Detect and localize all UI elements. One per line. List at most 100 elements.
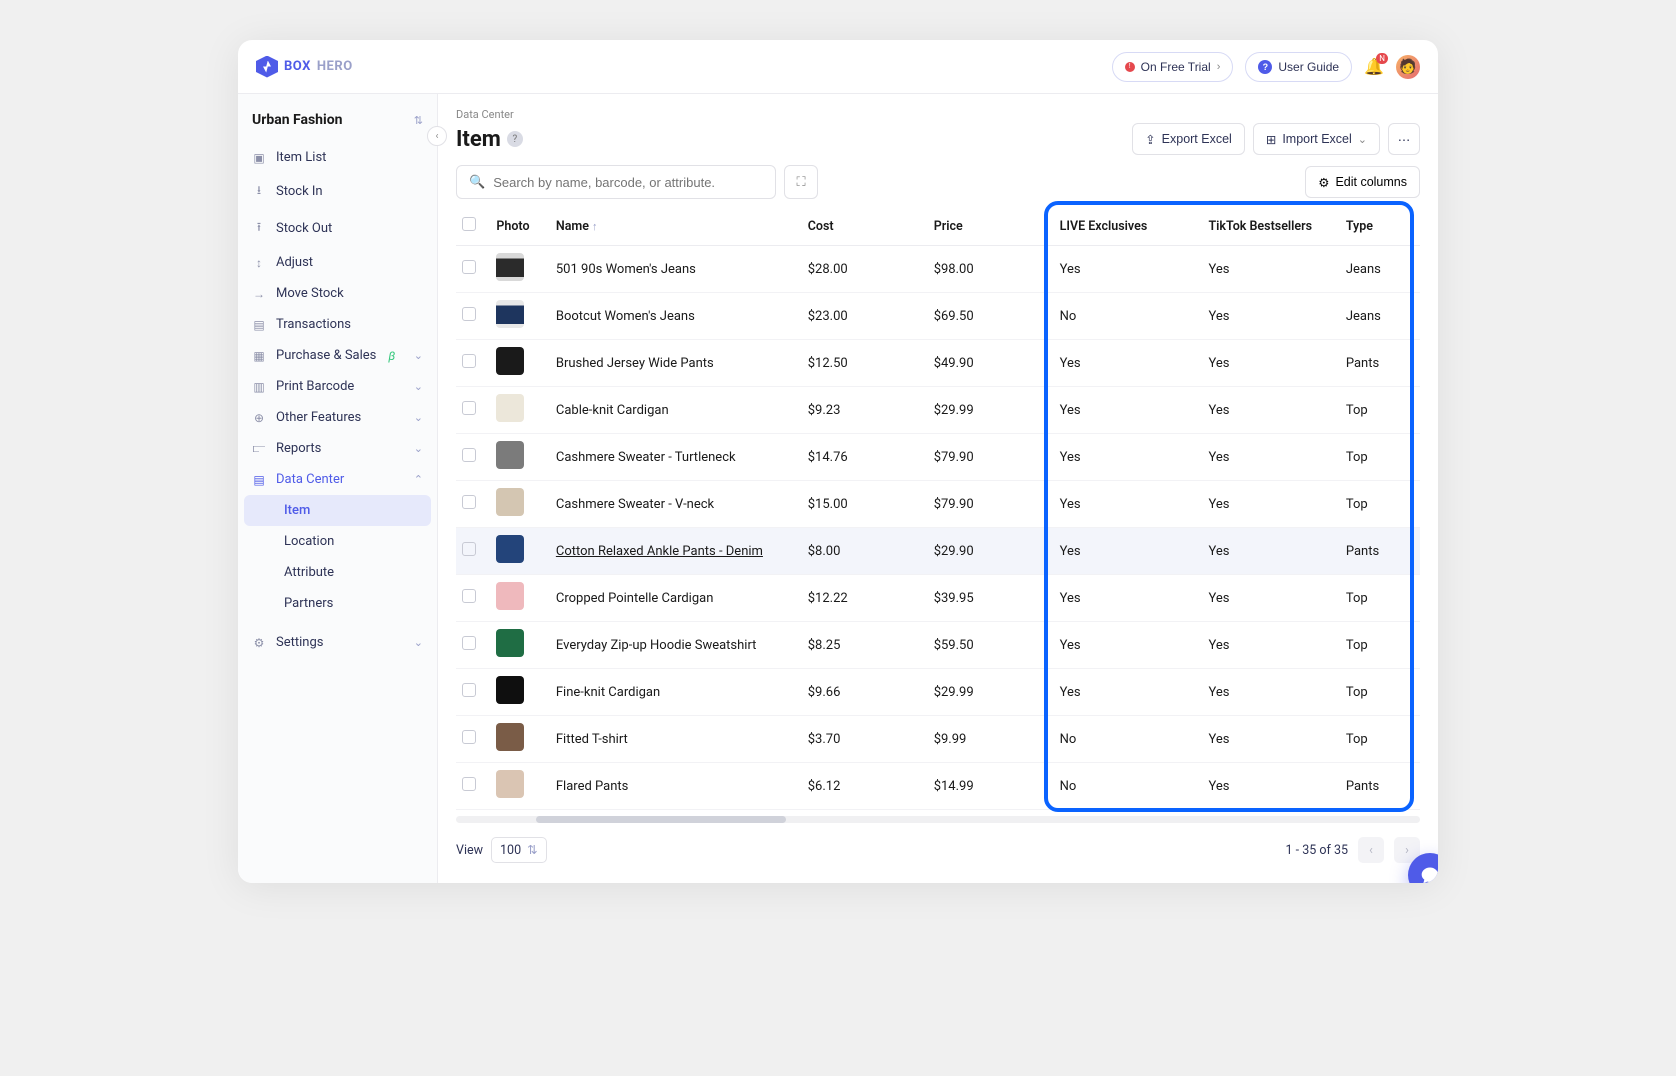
- sidebar-item-transactions[interactable]: ▤Transactions: [238, 309, 437, 340]
- item-live-exclusives: Yes: [1054, 622, 1203, 669]
- search-icon: 🔍: [469, 175, 485, 190]
- select-all-checkbox[interactable]: [462, 217, 476, 231]
- item-thumbnail: [496, 582, 524, 610]
- item-name: Bootcut Women's Jeans: [556, 309, 695, 324]
- sidebar-item-adjust[interactable]: ↕Adjust: [238, 247, 437, 278]
- item-type: Pants: [1340, 340, 1420, 387]
- more-actions-button[interactable]: ⋯: [1388, 123, 1420, 155]
- scan-barcode-button[interactable]: ⛶: [784, 165, 818, 199]
- row-checkbox[interactable]: [462, 354, 476, 368]
- sidebar-item-stock-in[interactable]: ⭳Stock In: [238, 173, 437, 210]
- item-type: Pants: [1340, 763, 1420, 810]
- chat-icon: [1420, 865, 1438, 883]
- row-checkbox[interactable]: [462, 401, 476, 415]
- notifications-button[interactable]: 🔔 N: [1364, 57, 1384, 76]
- item-thumbnail: [496, 347, 524, 375]
- on-trial-button[interactable]: ! On Free Trial ›: [1112, 52, 1234, 82]
- item-cost: $15.00: [802, 481, 928, 528]
- more-horizontal-icon: ⋯: [1398, 132, 1411, 147]
- sidebar-item-stock-out[interactable]: ⭱Stock Out: [238, 210, 437, 247]
- sidebar-subitem-attribute[interactable]: Attribute: [244, 557, 431, 588]
- page-title: Item: [456, 127, 501, 152]
- table-row[interactable]: Cotton Relaxed Ankle Pants - Denim$8.00$…: [456, 528, 1420, 575]
- col-name[interactable]: Name↑: [550, 207, 802, 246]
- user-guide-button[interactable]: ? User Guide: [1245, 52, 1352, 82]
- table-row[interactable]: Flared Pants$6.12$14.99NoYesPants: [456, 763, 1420, 810]
- logo-icon: [256, 56, 278, 78]
- items-table-wrap: Photo Name↑ Cost Price LIVE Exclusives T…: [456, 207, 1420, 823]
- table-row[interactable]: Bootcut Women's Jeans$23.00$69.50NoYesJe…: [456, 293, 1420, 340]
- barcode-icon: ▥: [252, 380, 266, 394]
- sidebar-item-settings[interactable]: ⚙Settings⌄: [238, 627, 437, 658]
- table-row[interactable]: Cashmere Sweater - V-neck$15.00$79.90Yes…: [456, 481, 1420, 528]
- row-checkbox[interactable]: [462, 542, 476, 556]
- item-live-exclusives: Yes: [1054, 528, 1203, 575]
- help-icon[interactable]: ?: [507, 131, 523, 147]
- edit-columns-button[interactable]: ⚙Edit columns: [1305, 166, 1420, 198]
- row-checkbox[interactable]: [462, 777, 476, 791]
- table-row[interactable]: Cable-knit Cardigan$9.23$29.99YesYesTop: [456, 387, 1420, 434]
- workspace-switcher[interactable]: Urban Fashion ⇅: [238, 106, 437, 142]
- sidebar-item-data-center[interactable]: ▤Data Center⌃: [238, 464, 437, 495]
- user-avatar[interactable]: 🧑: [1396, 55, 1420, 79]
- question-icon: ?: [1258, 60, 1272, 74]
- item-live-exclusives: Yes: [1054, 669, 1203, 716]
- sidebar-item-other-features[interactable]: ⊕Other Features⌄: [238, 402, 437, 433]
- horizontal-scrollbar[interactable]: [456, 816, 1420, 823]
- item-live-exclusives: Yes: [1054, 434, 1203, 481]
- import-excel-button[interactable]: ⊞Import Excel⌄: [1253, 123, 1380, 155]
- adjust-icon: ↕: [252, 256, 266, 270]
- brand-logo-group[interactable]: BOXHERO: [256, 56, 353, 78]
- export-excel-button[interactable]: ⇪Export Excel: [1132, 123, 1245, 155]
- col-price[interactable]: Price: [928, 207, 1054, 246]
- prev-page-button[interactable]: ‹: [1358, 837, 1384, 863]
- col-tiktok-bestsellers[interactable]: TikTok Bestsellers: [1202, 207, 1339, 246]
- row-checkbox[interactable]: [462, 683, 476, 697]
- row-checkbox[interactable]: [462, 730, 476, 744]
- col-photo[interactable]: Photo: [490, 207, 550, 246]
- chart-icon: ⫍: [252, 441, 266, 456]
- item-live-exclusives: No: [1054, 293, 1203, 340]
- sort-asc-icon: ↑: [592, 220, 598, 233]
- search-input[interactable]: [493, 175, 763, 190]
- row-checkbox[interactable]: [462, 448, 476, 462]
- table-row[interactable]: Cropped Pointelle Cardigan$12.22$39.95Ye…: [456, 575, 1420, 622]
- row-checkbox[interactable]: [462, 495, 476, 509]
- topbar-actions: ! On Free Trial › ? User Guide 🔔 N 🧑: [1112, 52, 1420, 82]
- search-box[interactable]: 🔍: [456, 165, 776, 199]
- col-type[interactable]: Type: [1340, 207, 1420, 246]
- sidebar-item-print-barcode[interactable]: ▥Print Barcode⌄: [238, 371, 437, 402]
- sidebar-subitem-item[interactable]: Item: [244, 495, 431, 526]
- table-row[interactable]: Fine-knit Cardigan$9.66$29.99YesYesTop: [456, 669, 1420, 716]
- scrollbar-thumb[interactable]: [536, 816, 786, 823]
- item-tiktok-bestsellers: Yes: [1202, 763, 1339, 810]
- breadcrumb: Data Center: [456, 108, 1420, 121]
- row-checkbox[interactable]: [462, 307, 476, 321]
- table-row[interactable]: 501 90s Women's Jeans$28.00$98.00YesYesJ…: [456, 246, 1420, 293]
- col-live-exclusives[interactable]: LIVE Exclusives: [1054, 207, 1203, 246]
- item-cost: $9.23: [802, 387, 928, 434]
- item-thumbnail: [496, 723, 524, 751]
- sidebar-item-move-stock[interactable]: →Move Stock: [238, 278, 437, 309]
- item-price: $79.90: [928, 481, 1054, 528]
- sidebar-item-item-list[interactable]: ▣Item List: [238, 142, 437, 173]
- sidebar-item-purchase-sales[interactable]: ▦Purchase & Salesβ⌄: [238, 340, 437, 371]
- sidebar-subitem-location[interactable]: Location: [244, 526, 431, 557]
- collapse-sidebar-button[interactable]: ‹: [427, 126, 447, 146]
- row-checkbox[interactable]: [462, 636, 476, 650]
- sidebar-subitem-partners[interactable]: Partners: [244, 588, 431, 619]
- table-row[interactable]: Brushed Jersey Wide Pants$12.50$49.90Yes…: [456, 340, 1420, 387]
- row-checkbox[interactable]: [462, 260, 476, 274]
- chevron-right-icon: ›: [1217, 61, 1221, 73]
- table-row[interactable]: Cashmere Sweater - Turtleneck$14.76$79.9…: [456, 434, 1420, 481]
- table-row[interactable]: Fitted T-shirt$3.70$9.99NoYesTop: [456, 716, 1420, 763]
- row-checkbox[interactable]: [462, 589, 476, 603]
- download-icon: ⭳: [252, 181, 266, 202]
- page-size-select[interactable]: 100⇅: [491, 837, 547, 863]
- table-row[interactable]: Everyday Zip-up Hoodie Sweatshirt$8.25$5…: [456, 622, 1420, 669]
- sidebar-item-reports[interactable]: ⫍Reports⌄: [238, 433, 437, 464]
- chevron-down-icon: ⌄: [414, 349, 423, 362]
- pager: 1 - 35 of 35 ‹ ›: [1286, 837, 1420, 863]
- col-cost[interactable]: Cost: [802, 207, 928, 246]
- brand-text-box: BOX: [284, 59, 311, 74]
